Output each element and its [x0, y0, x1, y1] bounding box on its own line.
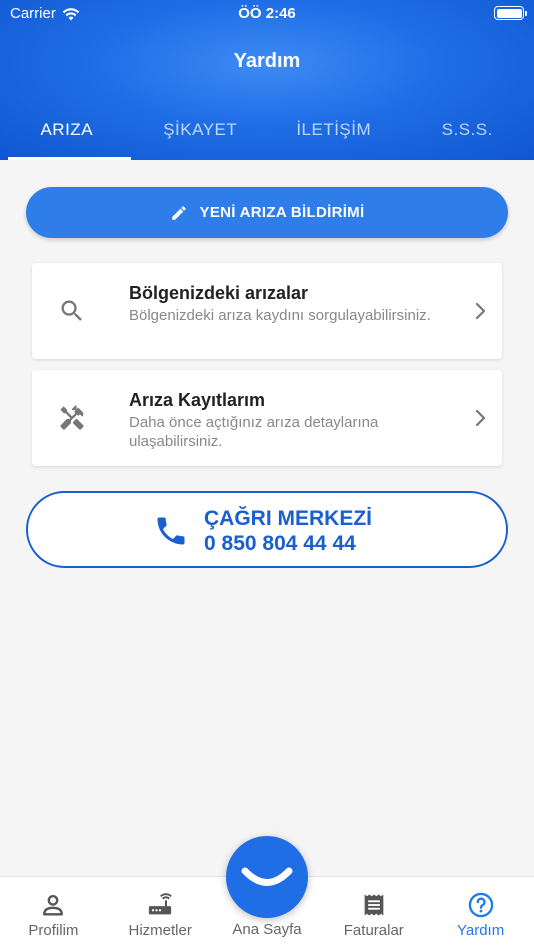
regional-faults-card[interactable]: Bölgenizdeki arızalar Bölgenizdeki arıza… — [32, 263, 502, 359]
card-title: Arıza Kayıtlarım — [129, 390, 266, 410]
app-header: Carrier ÖÖ 2:46 Yardım ARIZA ŞİKAYET İLE… — [0, 0, 534, 160]
pencil-icon — [171, 205, 186, 220]
tab-sikayet[interactable]: ŞİKAYET — [134, 106, 268, 160]
my-fault-records-card[interactable]: Arıza Kayıtlarım Daha önce açtığınız arı… — [32, 370, 502, 466]
tab-ariza[interactable]: ARIZA — [0, 106, 134, 160]
nav-help[interactable]: Yardım — [427, 877, 534, 950]
call-center-phone: 0 850 804 44 44 — [204, 532, 356, 555]
receipt-icon — [364, 894, 384, 916]
battery-icon — [494, 6, 527, 20]
tab-iletisim[interactable]: İLETİŞİM — [267, 106, 401, 160]
tab-sss[interactable]: S.S.S. — [401, 106, 534, 160]
nav-invoices[interactable]: Faturalar — [320, 877, 427, 950]
tab-bar: ARIZA ŞİKAYET İLETİŞİM S.S.S. — [0, 106, 534, 160]
card-description: Bölgenizdeki arıza kaydını sorgulayabili… — [129, 307, 431, 324]
home-button[interactable] — [226, 836, 308, 918]
nav-profile[interactable]: Profilim — [0, 877, 107, 950]
card-description: Daha önce açtığınız arıza detaylarına ul… — [129, 414, 379, 450]
new-fault-report-button[interactable]: YENİ ARIZA BİLDİRİMİ — [26, 187, 508, 238]
call-center-button[interactable]: ÇAĞRI MERKEZİ 0 850 804 44 44 — [26, 491, 508, 568]
nav-services-label: Hizmetler — [128, 922, 192, 939]
search-icon — [61, 300, 82, 321]
chevron-right-icon — [475, 409, 486, 427]
status-time: ÖÖ 2:46 — [238, 5, 296, 22]
chevron-right-icon — [475, 302, 486, 320]
nav-services[interactable]: Hizmetler — [107, 877, 214, 950]
smile-icon — [241, 867, 293, 886]
help-icon — [468, 892, 493, 918]
status-bar: Carrier ÖÖ 2:46 — [0, 0, 534, 28]
phone-icon — [157, 517, 185, 545]
nav-home-label: Ana Sayfa — [232, 921, 302, 938]
nav-invoices-label: Faturalar — [343, 922, 404, 939]
person-icon — [43, 894, 64, 916]
tools-icon — [60, 405, 84, 430]
page-title: Yardım — [233, 50, 301, 72]
new-fault-report-label: YENİ ARIZA BİLDİRİMİ — [199, 204, 365, 221]
router-icon — [149, 893, 173, 915]
nav-profile-label: Profilim — [28, 922, 79, 939]
nav-help-label: Yardım — [456, 922, 505, 939]
card-title: Bölgenizdeki arızalar — [129, 283, 309, 303]
call-center-label: ÇAĞRI MERKEZİ — [204, 507, 372, 530]
